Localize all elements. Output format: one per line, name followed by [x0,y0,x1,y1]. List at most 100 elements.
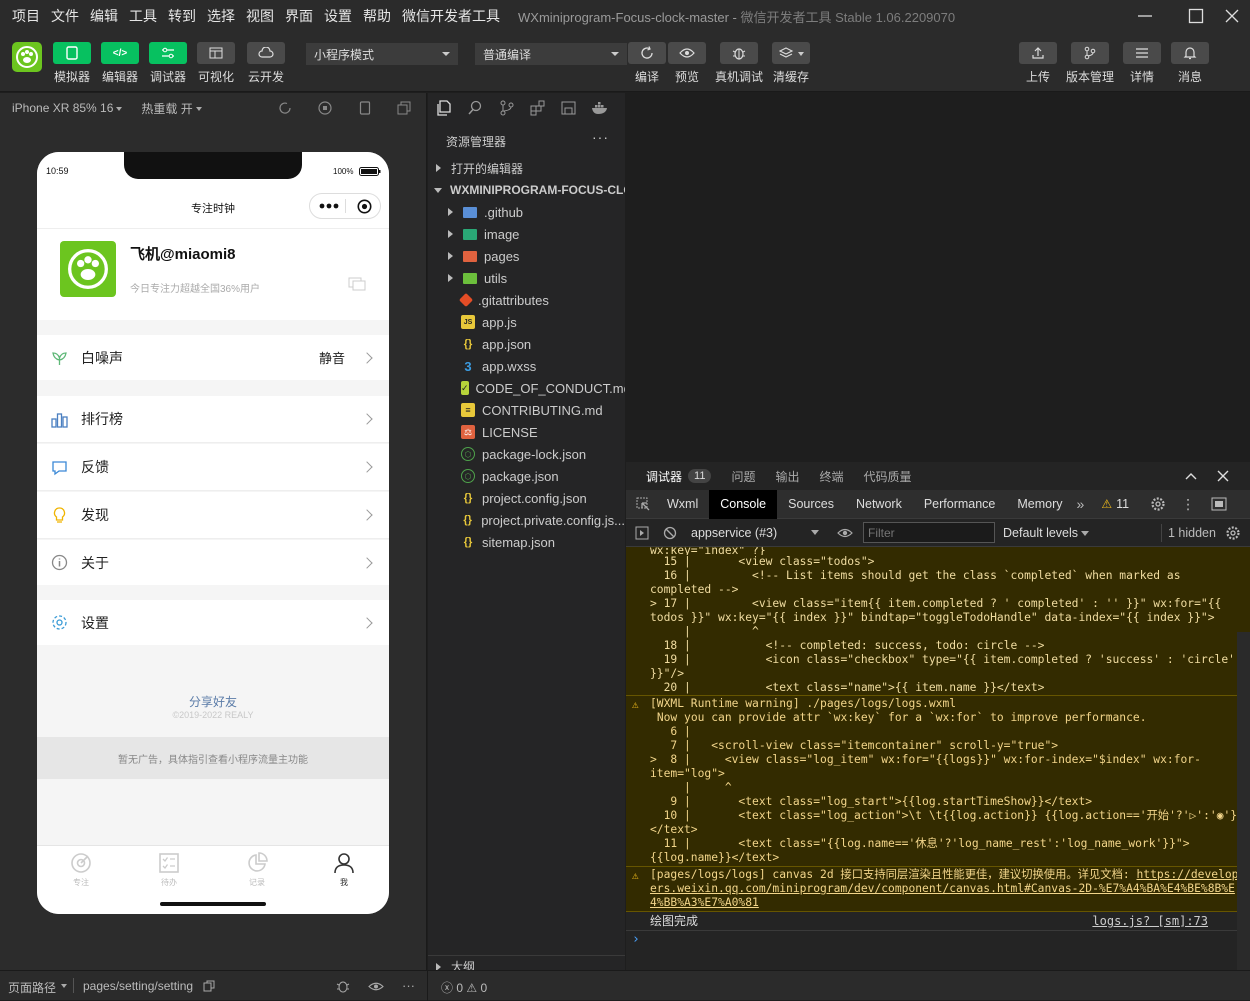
menu-item-ranking[interactable]: 排行榜 [37,396,389,443]
messages-button[interactable]: 消息 [1166,42,1214,85]
tab-todo[interactable]: 待办 [149,852,189,888]
debugger-toggle[interactable]: 调试器 [144,42,192,85]
tree-file-app-wxss[interactable]: 3 app.wxss [428,355,625,377]
chevron-up-icon[interactable] [1185,470,1197,482]
panel-tab-problems[interactable]: 问题 [731,468,755,485]
compile-select[interactable]: 普通编译 [475,43,627,65]
simulator-toggle[interactable]: 模拟器 [48,42,96,85]
tree-folder-github[interactable]: .github [428,201,625,223]
capsule-button[interactable] [309,193,381,219]
tree-file-sitemap[interactable]: {} sitemap.json [428,531,625,553]
warning-count[interactable]: 11 [1116,497,1129,511]
menu-help[interactable]: 帮助 [363,6,391,26]
tree-file-contributing[interactable]: ≡ CONTRIBUTING.md [428,399,625,421]
menu-select[interactable]: 选择 [207,6,235,26]
close-panel-icon[interactable] [1217,470,1229,482]
menu-wechat-devtools[interactable]: 微信开发者工具 [402,6,500,26]
project-root[interactable]: WXMINIPROGRAM-FOCUS-CLO... [428,179,625,201]
more-status-icon[interactable]: ··· [402,978,415,993]
tab-console[interactable]: Console [709,489,778,519]
tab-wxml[interactable]: Wxml [656,490,709,519]
console-settings-icon[interactable] [1226,526,1240,540]
details-button[interactable]: 详情 [1118,42,1166,85]
menu-item-feedback[interactable]: 反馈 [37,444,389,491]
tree-folder-utils[interactable]: utils [428,267,625,289]
tab-me[interactable]: 我 [324,852,364,888]
explorer-more-icon[interactable]: ··· [592,129,609,145]
tree-file-app-json[interactable]: {} app.json [428,333,625,355]
console-prompt[interactable]: › [626,931,1250,949]
hot-reload-toggle[interactable]: 热重载 开 [141,100,192,117]
menu-interface[interactable]: 界面 [285,6,313,26]
panel-tab-debugger[interactable]: 调试器 [646,468,682,485]
tree-file-package-json[interactable]: ⬡ package.json [428,465,625,487]
version-button[interactable]: 版本管理 [1066,42,1114,85]
tree-file-package-lock[interactable]: ⬡ package-lock.json [428,443,625,465]
extensions-icon[interactable] [529,100,547,116]
minimize-button[interactable] [1117,0,1173,32]
upload-button[interactable]: 上传 [1014,42,1062,85]
log-levels-select[interactable]: Default levels [1003,526,1078,540]
settings-gear-icon[interactable] [1151,497,1165,511]
preview-eye-icon[interactable] [368,981,384,992]
tree-folder-image[interactable]: image [428,223,625,245]
device-phone-icon[interactable] [359,101,371,115]
source-control-icon[interactable] [498,100,516,116]
docker-icon[interactable] [591,100,609,116]
context-select[interactable]: appservice (#3) [691,522,821,544]
sidebar-toggle-icon[interactable] [635,526,649,540]
live-expression-eye-icon[interactable] [837,527,853,539]
menu-goto[interactable]: 转到 [168,6,196,26]
share-link[interactable]: 分享好友 [37,693,389,710]
menu-item-settings[interactable]: 设置 [37,600,389,645]
page-path-label[interactable]: 页面路径 [8,979,56,996]
cloud-toggle[interactable]: 云开发 [242,42,290,85]
tree-file-app-js[interactable]: JS app.js [428,311,625,333]
search-icon[interactable] [467,100,485,116]
tab-focus[interactable]: 专注 [61,852,101,888]
user-avatar[interactable] [60,241,116,297]
tab-sources[interactable]: Sources [777,490,845,519]
tree-file-code-of-conduct[interactable]: ✓ CODE_OF_CONDUCT.md [428,377,625,399]
menu-project[interactable]: 项目 [12,6,40,26]
exit-icon[interactable] [357,199,372,214]
console-filter-input[interactable] [863,522,995,543]
app-avatar[interactable] [12,42,42,72]
error-status[interactable]: ⓧ 0 ⚠ 0 [441,979,487,996]
tree-file-gitattributes[interactable]: .gitattributes [428,289,625,311]
menu-edit[interactable]: 编辑 [90,6,118,26]
rotate-icon[interactable] [278,101,292,115]
tree-file-license[interactable]: ⚖ LICENSE [428,421,625,443]
menu-settings[interactable]: 设置 [324,6,352,26]
files-icon[interactable] [436,100,454,116]
clear-console-icon[interactable] [663,526,677,540]
tab-performance[interactable]: Performance [913,490,1007,519]
popout-icon[interactable] [397,101,411,115]
menu-item-white-noise[interactable]: 白噪声 静音 [37,335,389,380]
dock-icon[interactable] [1211,497,1227,511]
panel-tab-output[interactable]: 输出 [775,468,799,485]
stop-icon[interactable] [318,101,332,115]
clear-cache-button[interactable]: 清缓存 [767,42,815,85]
menu-item-about[interactable]: 关于 [37,540,389,585]
menu-file[interactable]: 文件 [51,6,79,26]
close-window-button[interactable] [1204,0,1250,32]
console-scrollbar[interactable] [1237,632,1250,970]
tree-folder-pages[interactable]: pages [428,245,625,267]
inspect-icon[interactable] [636,497,650,511]
preview-button[interactable]: 预览 [663,42,711,85]
tab-records[interactable]: 记录 [237,852,277,888]
tab-memory[interactable]: Memory [1006,490,1073,519]
tree-file-project-config[interactable]: {} project.config.json [428,487,625,509]
copy-icon[interactable] [203,980,215,992]
storage-icon[interactable] [560,100,578,116]
menu-item-discover[interactable]: 发现 [37,492,389,539]
tree-file-project-private-config[interactable]: {} project.private.config.js... [428,509,625,531]
editor-toggle[interactable]: </> 编辑器 [96,42,144,85]
panel-tab-code-quality[interactable]: 代码质量 [863,468,911,485]
source-link[interactable]: logs.js? [sm]:73 [1092,914,1208,928]
visual-toggle[interactable]: 可视化 [192,42,240,85]
menu-tools[interactable]: 工具 [129,6,157,26]
menu-view[interactable]: 视图 [246,6,274,26]
debug-bug-icon[interactable] [336,979,350,993]
